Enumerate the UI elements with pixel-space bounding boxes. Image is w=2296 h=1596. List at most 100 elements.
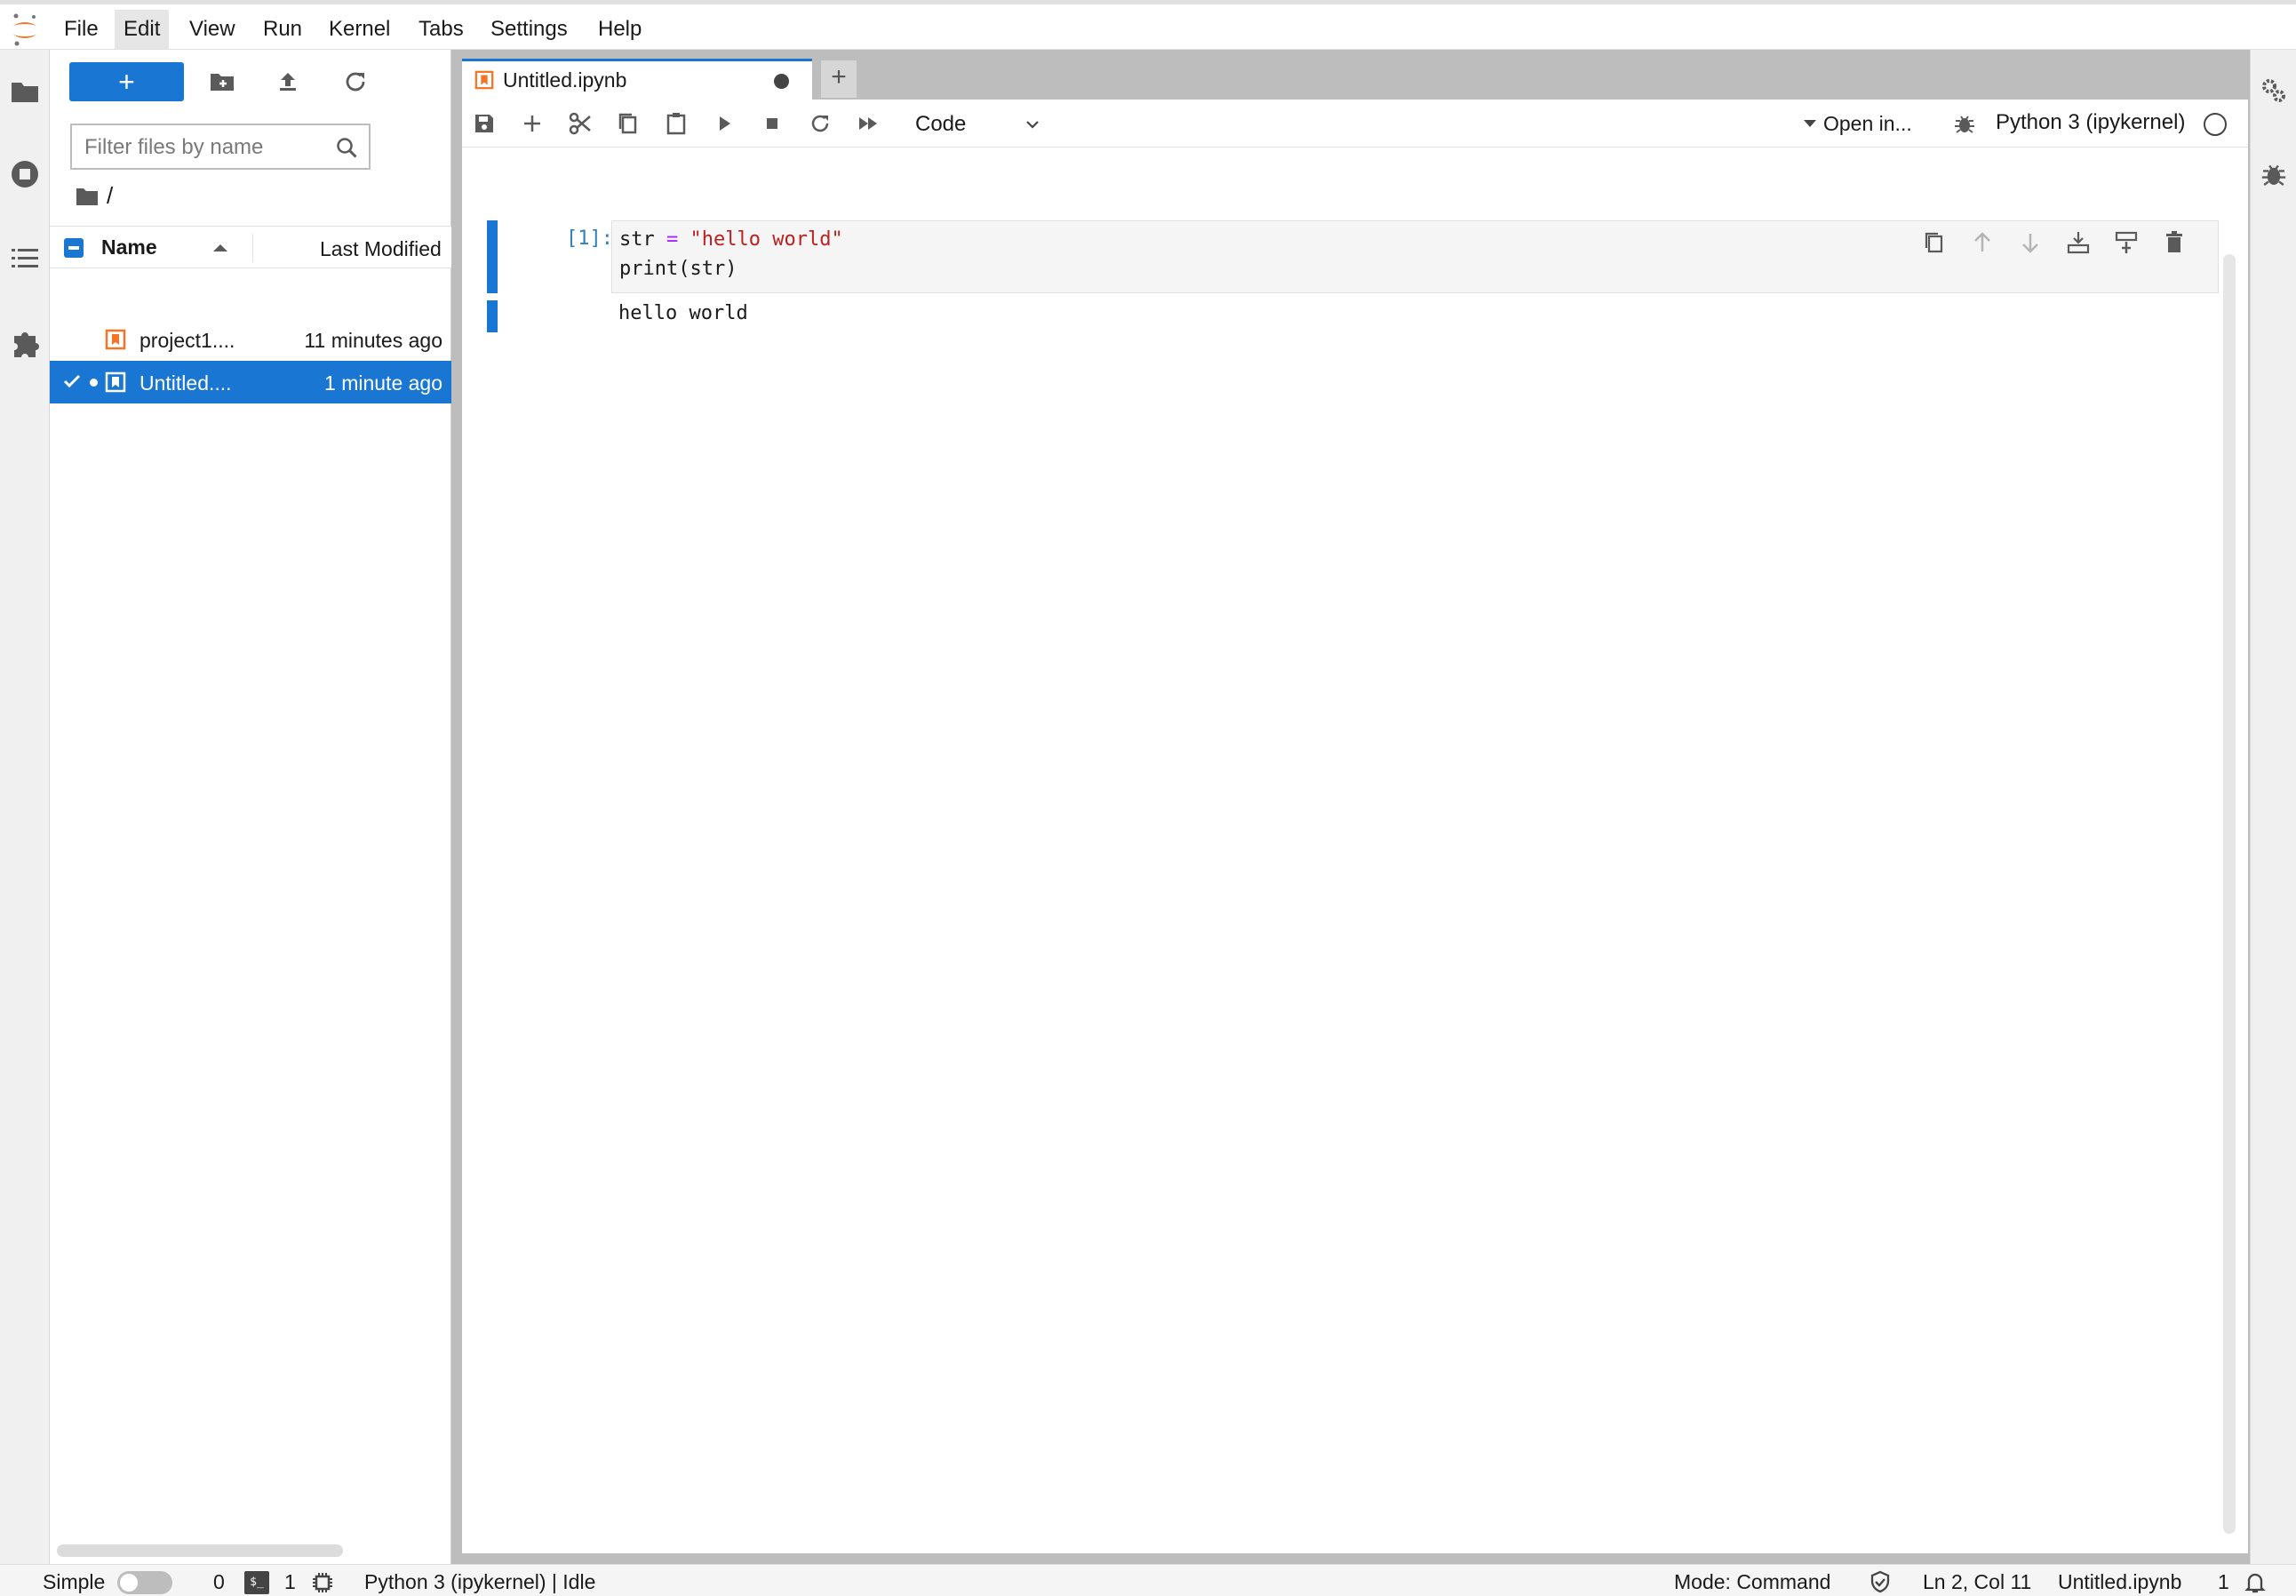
select-all-checkbox[interactable]: [64, 238, 84, 258]
extension-puzzle-icon[interactable]: [7, 325, 43, 361]
menu-settings[interactable]: Settings: [482, 10, 577, 49]
property-inspector-gears-icon[interactable]: [2258, 75, 2290, 107]
new-launcher-button[interactable]: +: [69, 62, 184, 101]
kernel-name[interactable]: Python 3 (ipykernel): [1996, 110, 2185, 135]
cell-type-value: Code: [915, 112, 967, 136]
tab-title: Untitled.ipynb: [503, 68, 627, 92]
copy-icon[interactable]: [615, 110, 642, 137]
file-browser-panel: + / Name Last Modified project1....: [50, 50, 451, 1564]
search-icon: [335, 136, 360, 161]
cell-collapser-output[interactable]: [487, 300, 498, 332]
running-sessions-icon[interactable]: [7, 156, 43, 192]
kernel-chip-icon: [311, 1571, 334, 1594]
plus-label: +: [118, 66, 135, 98]
fast-forward-icon[interactable]: [855, 110, 881, 137]
shield-check-icon[interactable]: [1868, 1569, 1893, 1594]
right-side-bar: [2250, 50, 2296, 1564]
refresh-icon[interactable]: [339, 66, 371, 98]
notebook-icon: [105, 371, 126, 393]
file-row-project1[interactable]: project1.... 11 minutes ago: [50, 318, 451, 361]
run-icon[interactable]: [711, 110, 737, 137]
jupyter-logo-icon: [9, 12, 41, 47]
cell-type-select[interactable]: Code: [910, 107, 1052, 140]
menu-kernel[interactable]: Kernel: [320, 10, 399, 49]
vertical-scrollbar[interactable]: [2223, 254, 2236, 1534]
stop-icon[interactable]: [759, 110, 785, 137]
tab-bar: Untitled.ipynb +: [451, 50, 2250, 100]
filter-files-input[interactable]: [83, 134, 323, 161]
bell-icon[interactable]: [2243, 1569, 2268, 1594]
open-in-menu[interactable]: Open in...: [1804, 108, 1919, 139]
table-of-contents-icon[interactable]: [7, 240, 43, 275]
cell-output: hello world: [618, 302, 748, 324]
file-modified: 1 minute ago: [324, 371, 442, 395]
insert-cell-icon[interactable]: [519, 110, 546, 137]
running-dot-icon: [90, 379, 98, 387]
current-file: Untitled.ipynb: [2058, 1570, 2182, 1593]
chevron-down-icon: [1024, 116, 1041, 133]
code-string: "hello world": [690, 228, 843, 251]
code-operator: =: [666, 228, 679, 251]
simple-mode-label: Simple: [43, 1570, 106, 1593]
terminals-count[interactable]: 0: [213, 1569, 225, 1594]
column-last-modified[interactable]: Last Modified: [320, 237, 442, 261]
unsaved-dot-icon[interactable]: [774, 74, 789, 89]
column-name[interactable]: Name: [101, 235, 157, 259]
insert-below-icon[interactable]: [2113, 229, 2140, 256]
open-in-label: Open in...: [1823, 112, 1912, 135]
code-line-2: print(str): [619, 258, 737, 280]
delete-cell-icon[interactable]: [2161, 229, 2188, 256]
terminal-icon: $_: [244, 1571, 269, 1594]
mode-indicator: Mode: Command: [1674, 1570, 1831, 1593]
file-modified: 11 minutes ago: [304, 329, 442, 352]
new-folder-icon[interactable]: [206, 66, 238, 98]
tab-untitled-notebook[interactable]: Untitled.ipynb: [462, 59, 812, 100]
debugger-bug-icon[interactable]: [2258, 158, 2290, 190]
insert-above-icon[interactable]: [2065, 229, 2092, 256]
horizontal-scrollbar[interactable]: [57, 1544, 343, 1557]
status-bar: Simple 0 $_ 1 Python 3 (ipykernel) | Idl…: [0, 1564, 2296, 1596]
upload-icon[interactable]: [272, 66, 304, 98]
folder-icon[interactable]: [7, 74, 43, 109]
paste-icon[interactable]: [663, 110, 690, 137]
kernel-status[interactable]: Python 3 (ipykernel) | Idle: [364, 1569, 595, 1594]
move-up-icon[interactable]: [1969, 229, 1996, 256]
move-down-icon[interactable]: [2017, 229, 2044, 256]
notifications-count[interactable]: 1: [2218, 1569, 2229, 1594]
cell-prompt: [1]:: [566, 227, 613, 250]
menu-view[interactable]: View: [180, 10, 244, 49]
menu-file[interactable]: File: [55, 10, 108, 49]
save-icon[interactable]: [471, 110, 498, 137]
add-tab-button[interactable]: +: [821, 60, 857, 98]
code-var: str: [619, 228, 655, 251]
cursor-position[interactable]: Ln 2, Col 11: [1923, 1569, 2031, 1594]
add-tab-label: +: [831, 62, 847, 92]
file-row-untitled[interactable]: Untitled.... 1 minute ago: [50, 361, 451, 403]
filter-box: [70, 124, 371, 170]
notebook-toolbar: Code Open in... Python 3 (ipykernel): [462, 100, 2248, 148]
sort-ascending-icon[interactable]: [213, 244, 227, 251]
kernel-status-icon: [2204, 113, 2227, 136]
file-name: project1....: [140, 329, 235, 352]
simple-mode-toggle[interactable]: [117, 1571, 172, 1594]
caret-down-icon: [1804, 120, 1816, 127]
breadcrumb-folder-icon[interactable]: [75, 185, 100, 208]
notebook-icon: [474, 70, 494, 90]
cell-collapser-input[interactable]: [487, 220, 498, 293]
menu-edit[interactable]: Edit: [115, 10, 170, 49]
menu-tabs[interactable]: Tabs: [410, 10, 473, 49]
breadcrumb-root[interactable]: /: [107, 181, 113, 210]
duplicate-cell-icon[interactable]: [1921, 229, 1948, 256]
menu-run[interactable]: Run: [254, 10, 311, 49]
bug-icon[interactable]: [1951, 110, 1978, 137]
check-icon[interactable]: [62, 371, 82, 391]
notebook-icon: [105, 329, 126, 350]
kernels-count[interactable]: 1: [284, 1569, 296, 1594]
file-list-header: Name Last Modified: [50, 226, 451, 268]
main-area: Untitled.ipynb + Code Open in... Python …: [451, 50, 2250, 1564]
file-name: Untitled....: [140, 371, 232, 395]
menu-help[interactable]: Help: [589, 10, 650, 49]
restart-icon[interactable]: [807, 110, 833, 137]
cut-icon[interactable]: [567, 110, 594, 137]
menu-bar: File Edit View Run Kernel Tabs Settings …: [0, 0, 2296, 50]
